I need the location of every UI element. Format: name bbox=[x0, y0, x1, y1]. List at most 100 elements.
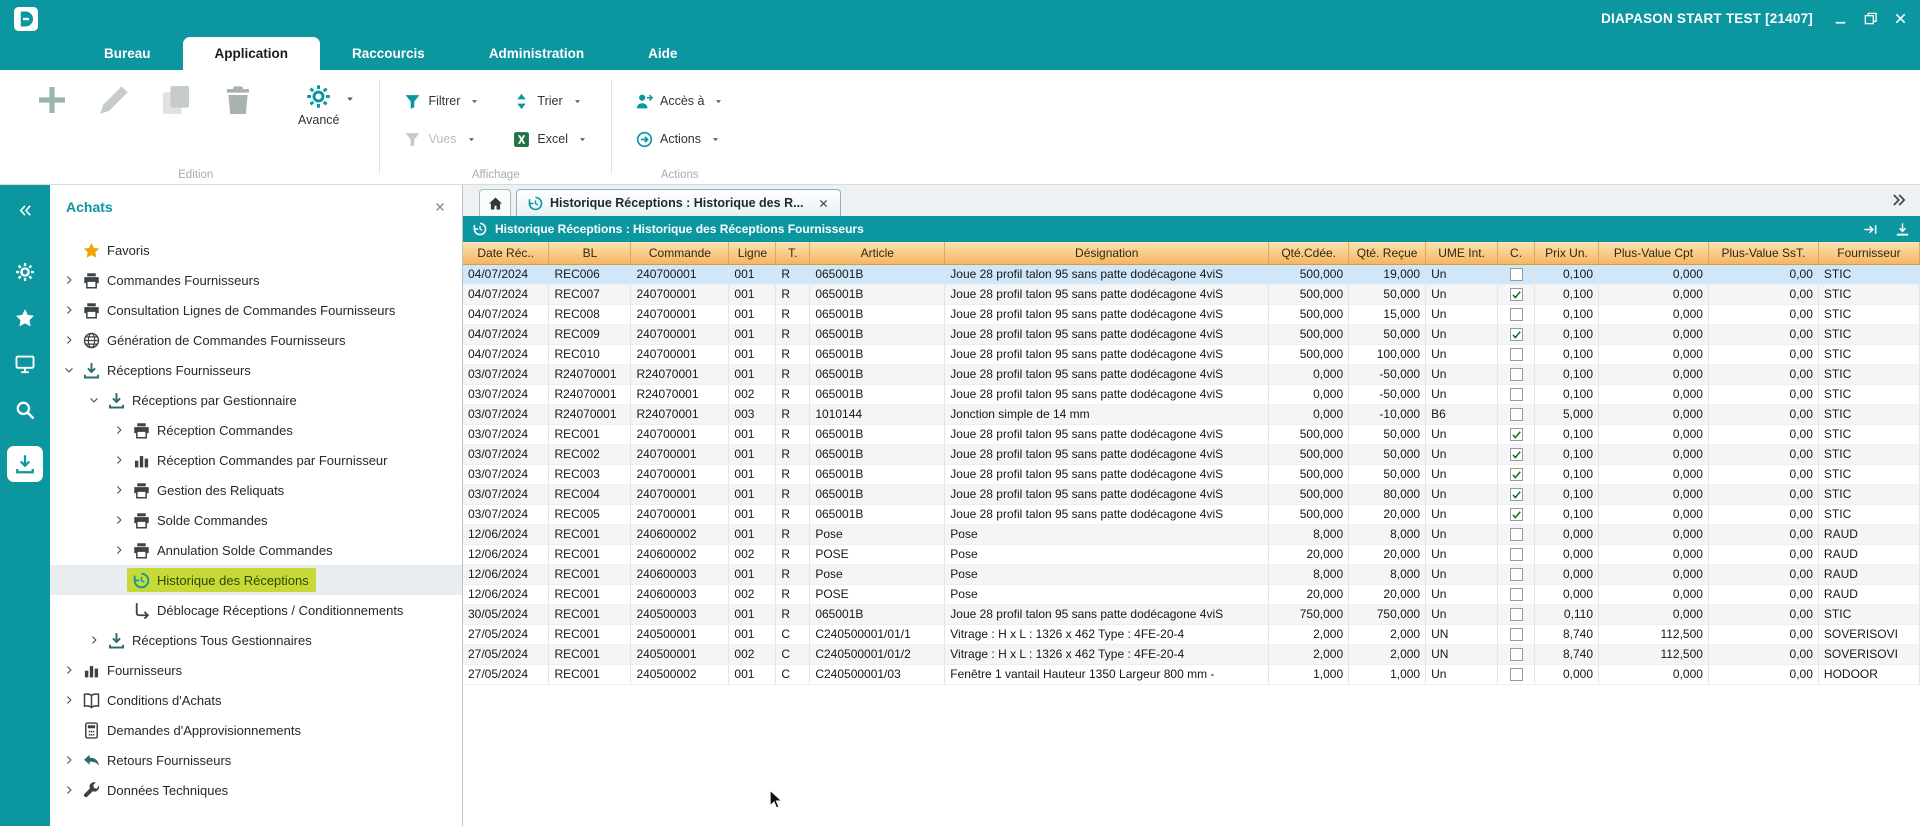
table-row[interactable]: 03/07/2024REC004240700001001R065001BJoue… bbox=[463, 484, 1920, 504]
column-header-4[interactable]: T. bbox=[776, 242, 810, 264]
goto-last-icon[interactable] bbox=[1863, 222, 1878, 237]
row-checkbox[interactable] bbox=[1510, 528, 1523, 541]
advanced-button[interactable]: Avancé bbox=[298, 84, 355, 127]
maximize-icon[interactable] bbox=[1863, 11, 1878, 26]
column-header-7[interactable]: Qté.Cdée. bbox=[1269, 242, 1349, 264]
tree-item[interactable]: Déblocage Réceptions / Conditionnements bbox=[50, 595, 462, 625]
tree-item[interactable]: Demandes d'Approvisionnements bbox=[50, 715, 462, 745]
row-checkbox[interactable] bbox=[1510, 348, 1523, 361]
table-row[interactable]: 03/07/2024REC002240700001001R065001BJoue… bbox=[463, 444, 1920, 464]
filter-button[interactable]: Filtrer bbox=[404, 93, 479, 110]
tree-item[interactable]: Retours Fournisseurs bbox=[50, 745, 462, 775]
column-header-0[interactable]: Date Réc.. bbox=[463, 242, 549, 264]
row-checkbox[interactable] bbox=[1510, 648, 1523, 661]
row-checkbox[interactable] bbox=[1510, 568, 1523, 581]
table-row[interactable]: 04/07/2024REC008240700001001R065001BJoue… bbox=[463, 304, 1920, 324]
tree-item[interactable]: Réception Commandes bbox=[50, 415, 462, 445]
chevron-right-icon[interactable] bbox=[64, 335, 74, 345]
chevron-right-icon[interactable] bbox=[64, 665, 74, 675]
column-header-9[interactable]: UME Int. bbox=[1426, 242, 1498, 264]
access-button[interactable]: Accès à bbox=[636, 93, 723, 110]
row-checkbox[interactable] bbox=[1510, 668, 1523, 681]
chevron-down-icon[interactable] bbox=[345, 94, 355, 104]
row-checkbox[interactable] bbox=[1510, 388, 1523, 401]
menu-tab-administration[interactable]: Administration bbox=[457, 37, 616, 70]
column-header-11[interactable]: Prix Un. bbox=[1535, 242, 1599, 264]
desktop-icon[interactable] bbox=[15, 354, 35, 374]
column-header-5[interactable]: Article bbox=[810, 242, 945, 264]
actions-button[interactable]: Actions bbox=[636, 131, 723, 148]
tree-item[interactable]: Réception Commandes par Fournisseur bbox=[50, 445, 462, 475]
tree-item[interactable]: Réceptions par Gestionnaire bbox=[50, 385, 462, 415]
sort-button[interactable]: Trier bbox=[513, 93, 587, 110]
collapse-panel-icon[interactable] bbox=[18, 203, 33, 218]
row-checkbox[interactable] bbox=[1510, 308, 1523, 321]
table-row[interactable]: 12/06/2024REC001240600002002RPOSEPose20,… bbox=[463, 544, 1920, 564]
tree-item[interactable]: Réceptions Tous Gestionnaires bbox=[50, 625, 462, 655]
tree-item[interactable]: Annulation Solde Commandes bbox=[50, 535, 462, 565]
row-checkbox[interactable] bbox=[1510, 268, 1523, 281]
table-row[interactable]: 04/07/2024REC009240700001001R065001BJoue… bbox=[463, 324, 1920, 344]
tree-item[interactable]: Données Techniques bbox=[50, 775, 462, 805]
tree-item[interactable]: Réceptions Fournisseurs bbox=[50, 355, 462, 385]
chevron-right-icon[interactable] bbox=[64, 275, 74, 285]
column-header-1[interactable]: BL bbox=[549, 242, 631, 264]
menu-tab-application[interactable]: Application bbox=[183, 37, 321, 70]
table-row[interactable]: 04/07/2024REC010240700001001R065001BJoue… bbox=[463, 344, 1920, 364]
table-row[interactable]: 30/05/2024REC001240500003001R065001BJoue… bbox=[463, 604, 1920, 624]
chevron-right-icon[interactable] bbox=[89, 635, 99, 645]
row-checkbox-checked[interactable] bbox=[1510, 508, 1523, 521]
tree-item[interactable]: Favoris bbox=[50, 235, 462, 265]
row-checkbox-checked[interactable] bbox=[1510, 488, 1523, 501]
tree-item[interactable]: Fournisseurs bbox=[50, 655, 462, 685]
chevron-down-icon[interactable] bbox=[64, 365, 74, 375]
settings-icon[interactable] bbox=[15, 262, 35, 282]
row-checkbox[interactable] bbox=[1510, 628, 1523, 641]
views-button[interactable]: Vues bbox=[404, 131, 479, 148]
table-row[interactable]: 04/07/2024REC006240700001001R065001BJoue… bbox=[463, 264, 1920, 284]
table-row[interactable]: 03/07/2024REC003240700001001R065001BJoue… bbox=[463, 464, 1920, 484]
menu-tab-bureau[interactable]: Bureau bbox=[72, 37, 183, 70]
row-checkbox-checked[interactable] bbox=[1510, 448, 1523, 461]
column-header-10[interactable]: C. bbox=[1498, 242, 1535, 264]
table-row[interactable]: 27/05/2024REC001240500001001CC240500001/… bbox=[463, 624, 1920, 644]
tab-historique-receptions[interactable]: Historique Réceptions : Historique des R… bbox=[516, 189, 841, 216]
table-row[interactable]: 03/07/2024REC005240700001001R065001BJoue… bbox=[463, 504, 1920, 524]
table-row[interactable]: 27/05/2024REC001240500001002CC240500001/… bbox=[463, 644, 1920, 664]
table-row[interactable]: 12/06/2024REC001240600003001RPosePose8,0… bbox=[463, 564, 1920, 584]
copy-button[interactable] bbox=[160, 84, 192, 116]
search-icon[interactable] bbox=[15, 400, 35, 420]
home-tab[interactable] bbox=[479, 189, 511, 216]
column-header-12[interactable]: Plus-Value Cpt bbox=[1599, 242, 1709, 264]
row-checkbox-checked[interactable] bbox=[1510, 468, 1523, 481]
tab-overflow-icon[interactable] bbox=[1891, 192, 1907, 208]
close-icon[interactable] bbox=[1893, 11, 1908, 26]
table-row[interactable]: 03/07/2024REC001240700001001R065001BJoue… bbox=[463, 424, 1920, 444]
tree-item[interactable]: Commandes Fournisseurs bbox=[50, 265, 462, 295]
row-checkbox-checked[interactable] bbox=[1510, 328, 1523, 341]
table-row[interactable]: 04/07/2024REC007240700001001R065001BJoue… bbox=[463, 284, 1920, 304]
tree-item[interactable]: Génération de Commandes Fournisseurs bbox=[50, 325, 462, 355]
chevron-right-icon[interactable] bbox=[114, 515, 124, 525]
row-checkbox[interactable] bbox=[1510, 368, 1523, 381]
column-header-2[interactable]: Commande bbox=[631, 242, 729, 264]
table-row[interactable]: 12/06/2024REC001240600003002RPOSEPose20,… bbox=[463, 584, 1920, 604]
close-tab-icon[interactable] bbox=[818, 198, 829, 209]
table-row[interactable]: 03/07/2024R24070001R24070001003R1010144J… bbox=[463, 404, 1920, 424]
minimize-icon[interactable] bbox=[1833, 11, 1848, 26]
table-row[interactable]: 03/07/2024R24070001R24070001002R065001BJ… bbox=[463, 384, 1920, 404]
tree-item[interactable]: Consultation Lignes de Commandes Fournis… bbox=[50, 295, 462, 325]
column-header-3[interactable]: Ligne bbox=[729, 242, 776, 264]
column-header-14[interactable]: Fournisseur bbox=[1818, 242, 1919, 264]
excel-button[interactable]: Excel bbox=[513, 131, 587, 148]
table-row[interactable]: 03/07/2024R24070001R24070001001R065001BJ… bbox=[463, 364, 1920, 384]
row-checkbox[interactable] bbox=[1510, 608, 1523, 621]
menu-tab-aide[interactable]: Aide bbox=[616, 37, 709, 70]
table-row[interactable]: 27/05/2024REC001240500002001CC240500001/… bbox=[463, 664, 1920, 684]
chevron-right-icon[interactable] bbox=[64, 695, 74, 705]
close-panel-icon[interactable] bbox=[434, 201, 446, 213]
column-header-13[interactable]: Plus-Value SsT. bbox=[1708, 242, 1818, 264]
receptions-module-button[interactable] bbox=[7, 446, 43, 482]
row-checkbox[interactable] bbox=[1510, 408, 1523, 421]
table-row[interactable]: 12/06/2024REC001240600002001RPosePose8,0… bbox=[463, 524, 1920, 544]
